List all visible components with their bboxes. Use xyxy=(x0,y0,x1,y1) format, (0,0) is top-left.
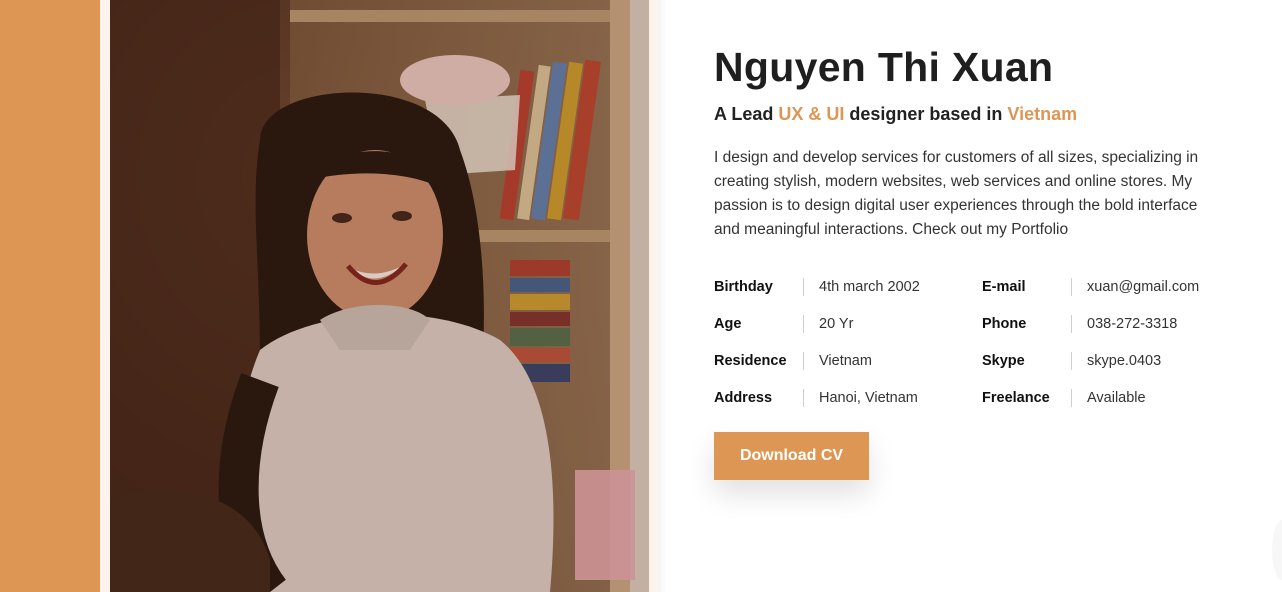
info-value: Hanoi, Vietnam xyxy=(819,390,918,406)
photo-shadow xyxy=(658,0,666,592)
info-row-phone: Phone 038-272-3318 xyxy=(982,311,1177,337)
info-divider xyxy=(803,389,804,407)
info-divider xyxy=(1071,352,1072,370)
info-value: 20 Yr xyxy=(819,316,854,332)
info-row-residence: Residence Vietnam xyxy=(714,348,872,374)
info-label: Phone xyxy=(982,316,1027,332)
phone-link[interactable]: 038-272-3318 xyxy=(1087,316,1177,332)
info-divider xyxy=(803,278,804,296)
email-link[interactable]: xuan@gmail.com xyxy=(1087,279,1199,295)
info-divider xyxy=(803,315,804,333)
info-value: skype.0403 xyxy=(1087,353,1162,369)
tagline-middle: designer based in xyxy=(844,104,1008,124)
info-label: Freelance xyxy=(982,390,1050,406)
info-label: Skype xyxy=(982,353,1025,369)
info-row-address: Address Hanoi, Vietnam xyxy=(714,385,918,411)
info-row-age: Age 20 Yr xyxy=(714,311,853,337)
tagline-prefix: A Lead xyxy=(714,104,779,124)
scroll-edge-shadow xyxy=(1272,520,1282,580)
tagline-role: UX & UI xyxy=(778,104,845,124)
info-row-email: E-mail xuan@gmail.com xyxy=(982,274,1199,300)
info-label: Birthday xyxy=(714,279,773,295)
info-value: Vietnam xyxy=(819,353,872,369)
info-divider xyxy=(803,352,804,370)
info-row-freelance: Freelance Available xyxy=(982,385,1146,411)
info-label: Age xyxy=(714,316,742,332)
info-value: 4th march 2002 xyxy=(819,279,920,295)
download-cv-button[interactable]: Download CV xyxy=(714,432,869,480)
info-label: Residence xyxy=(714,353,787,369)
info-divider xyxy=(1071,389,1072,407)
info-divider xyxy=(1071,315,1072,333)
profile-bio: I design and develop services for custom… xyxy=(714,149,1199,238)
info-divider xyxy=(1071,278,1072,296)
info-label: Address xyxy=(714,390,773,406)
info-row-skype: Skype skype.0403 xyxy=(982,348,1161,374)
personal-info-grid: Birthday 4th march 2002 Age 20 Yr Reside… xyxy=(714,274,1254,424)
profile-name: Nguyen Thi Xuan xyxy=(714,44,1054,90)
info-label: E-mail xyxy=(982,279,1026,295)
accent-stripe xyxy=(0,0,100,592)
profile-tagline: A Lead UX & UI designer based in Vietnam xyxy=(714,104,1077,125)
info-value: Available xyxy=(1087,390,1146,406)
profile-photo xyxy=(110,0,649,592)
tagline-location: Vietnam xyxy=(1007,104,1078,124)
info-row-birthday: Birthday 4th march 2002 xyxy=(714,274,920,300)
